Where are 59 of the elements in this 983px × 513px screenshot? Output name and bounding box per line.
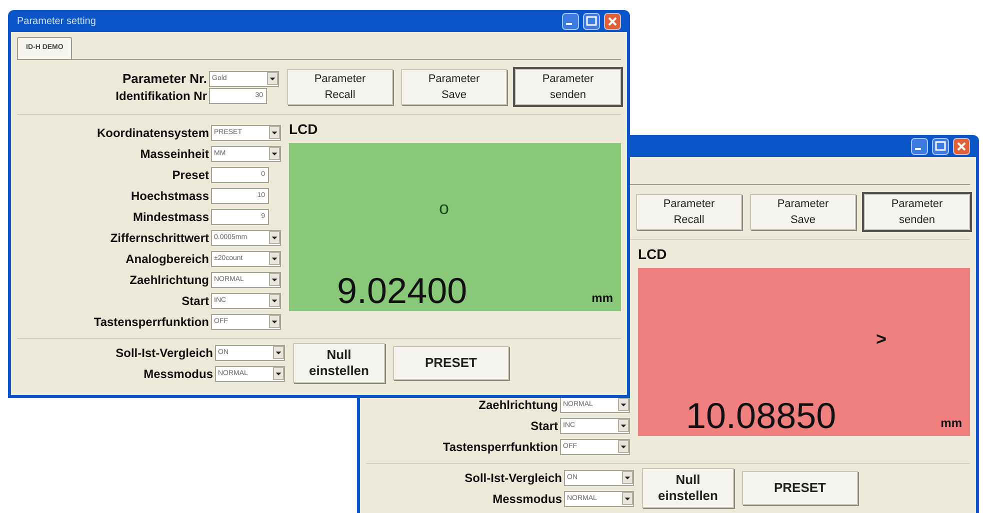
caret-icon (269, 147, 280, 160)
maximize-icon[interactable] (932, 138, 949, 154)
parameter-button[interactable]: Parameter senden (515, 69, 621, 105)
caret-icon (622, 492, 633, 505)
caret-icon (269, 126, 280, 139)
field-label: Koordinatensystem (96, 124, 209, 142)
maximize-icon[interactable] (583, 12, 600, 30)
window-title: Parameter setting (17, 14, 96, 28)
indicator-symbol: o (439, 197, 450, 220)
lcd-reading: 10.08850 (686, 398, 836, 434)
minimize-icon[interactable] (562, 12, 579, 30)
caret-icon (269, 231, 280, 244)
lcd-label: LCD (289, 120, 319, 138)
action-button[interactable]: PRESET (393, 346, 509, 380)
field-label: Masseinheit (140, 146, 209, 162)
field-label: Preset (172, 166, 209, 184)
action-button[interactable]: Null einstellen (293, 343, 385, 383)
caret-icon (267, 72, 278, 85)
lcd-label: LCD (638, 244, 668, 264)
indicator-symbol: > (876, 328, 887, 351)
lcd-reading: 9.02400 (337, 273, 468, 309)
caret-icon (269, 294, 280, 307)
caret-icon (273, 346, 284, 359)
field-label: Soll-Ist-Vergleich (116, 344, 213, 362)
caret-icon (269, 252, 280, 265)
field-label: Ziffernschrittwert (110, 230, 209, 246)
field-label: Analogbereich (126, 250, 209, 268)
caret-icon (618, 398, 629, 411)
action-button[interactable]: PRESET (742, 471, 858, 505)
field-label: Messmodus (492, 490, 562, 508)
field-label: Hoechstmass (130, 188, 209, 204)
close-icon[interactable] (953, 138, 970, 154)
close-icon[interactable] (604, 12, 621, 30)
parameter-button[interactable]: Parameter Save (401, 69, 507, 105)
field-label: Zaehlrichtung (130, 272, 209, 288)
unit-label: mm (940, 415, 962, 432)
field-label: Parameter Nr. (122, 70, 207, 88)
caret-icon (269, 315, 280, 328)
parameter-button[interactable]: Parameter Recall (636, 194, 742, 230)
caret-icon (618, 419, 629, 432)
unit-label: mm (592, 290, 613, 307)
field-label: Tastensperrfunktion (94, 314, 209, 330)
action-button[interactable]: Null einstellen (642, 468, 734, 508)
parameter-button[interactable]: Parameter Recall (287, 69, 393, 105)
field-label: Messmodus (144, 366, 213, 382)
parameter-button[interactable]: Parameter senden (864, 194, 970, 230)
field-label: Mindestmass (132, 208, 209, 226)
field-label: Start (530, 418, 558, 434)
caret-icon (622, 471, 633, 484)
caret-icon (269, 273, 280, 286)
field-label: Tastensperrfunktion (442, 438, 558, 456)
minimize-icon[interactable] (911, 138, 928, 154)
field-label: Start (182, 292, 209, 310)
field-label: Identifikation Nr (116, 88, 207, 104)
caret-icon (618, 440, 629, 453)
field-label: Zaehlrichtung (478, 396, 558, 414)
parameter-button[interactable]: Parameter Save (750, 194, 856, 230)
caret-icon (273, 367, 284, 380)
field-label: Soll-Ist-Vergleich (464, 470, 562, 486)
